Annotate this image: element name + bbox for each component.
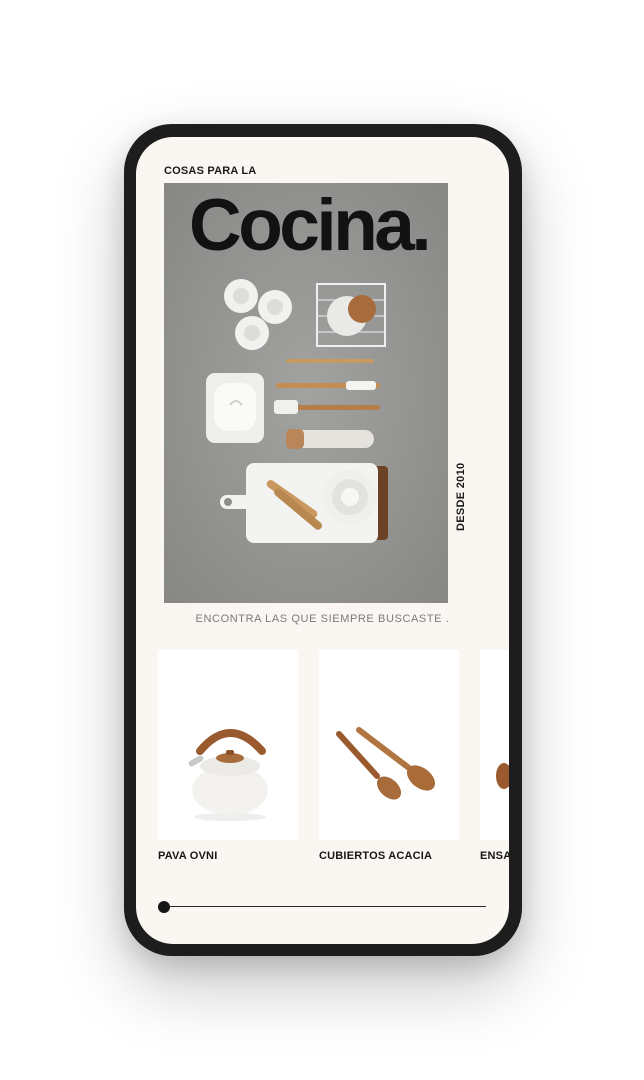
kicker-text: COSAS PARA LA: [164, 165, 257, 177]
kettle-icon: [188, 729, 268, 821]
wooden-spoons-icon: [336, 727, 436, 800]
product-card[interactable]: PAVA OVNI: [158, 650, 298, 862]
salad-bowl-icon: [496, 763, 509, 789]
product-name[interactable]: ENSA: [480, 850, 509, 862]
scrollbar-track[interactable]: [162, 906, 486, 907]
product-name[interactable]: PAVA OVNI: [158, 850, 298, 862]
page-title: Cocina.: [189, 185, 432, 266]
since-label: DESDE 2010: [455, 462, 467, 531]
app-screen: COSAS PARA LA Cocina. DESDE 2010 ENCONTR…: [136, 137, 509, 944]
product-image[interactable]: [480, 650, 509, 840]
butter-dish-icon: [206, 373, 264, 443]
scrollbar-handle[interactable]: [158, 901, 170, 913]
product-carousel[interactable]: PAVA OVNI CUBIERTOS ACACIA ENSA: [158, 650, 509, 870]
product-image[interactable]: [319, 650, 459, 840]
carousel-scrollbar[interactable]: [158, 900, 486, 914]
product-image[interactable]: [158, 650, 298, 840]
product-card[interactable]: ENSA: [480, 650, 509, 862]
product-card[interactable]: CUBIERTOS ACACIA: [319, 650, 459, 862]
product-name[interactable]: CUBIERTOS ACACIA: [319, 850, 459, 862]
tagline: ENCONTRA LAS QUE SIEMPRE BUSCASTE .: [195, 613, 450, 625]
